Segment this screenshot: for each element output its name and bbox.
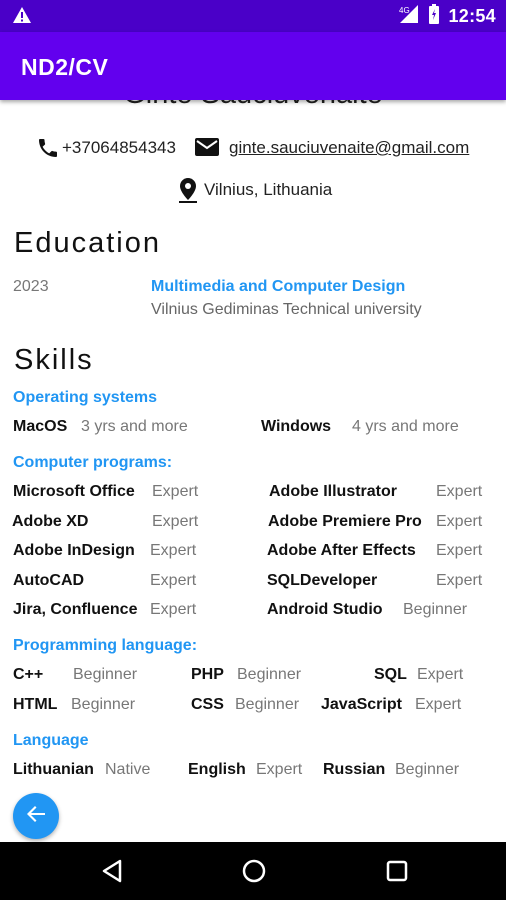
skill-name: PHP	[191, 666, 224, 683]
recents-icon[interactable]	[385, 858, 409, 889]
app-bar: ND2/CV	[0, 32, 506, 100]
skill-name: Russian	[323, 761, 386, 778]
cv-scroll-content[interactable]: Ginte Sauciuvenaite +37064854343 ginte.s…	[0, 100, 506, 842]
svg-text:4G: 4G	[399, 6, 410, 15]
skill-name: Adobe XD	[12, 513, 89, 530]
language-label: Language	[13, 732, 89, 749]
arrow-left-icon	[25, 803, 47, 830]
operating-systems-label: Operating systems	[13, 389, 158, 406]
skill-level: 4 yrs and more	[352, 418, 459, 435]
skill-level: Expert	[150, 542, 197, 559]
skill-name: Android Studio	[267, 601, 383, 618]
home-icon[interactable]	[241, 858, 267, 889]
skill-level: 3 yrs and more	[81, 418, 188, 435]
skill-level: Beginner	[71, 696, 136, 713]
skill-level: Expert	[256, 761, 303, 778]
skill-level: Beginner	[237, 666, 302, 683]
education-year: 2023	[13, 278, 49, 295]
skill-name: Jira, Confluence	[13, 601, 138, 618]
clock-time: 12:54	[448, 6, 496, 26]
education-school: Vilnius Gediminas Technical university	[151, 301, 422, 318]
skill-name: Lithuanian	[13, 761, 94, 778]
skill-level: Expert	[417, 666, 464, 683]
skill-name: English	[188, 761, 246, 778]
phone-icon	[36, 136, 60, 165]
skill-name: Microsoft Office	[13, 483, 135, 500]
skill-level: Expert	[150, 572, 197, 589]
skill-level: Beginner	[235, 696, 300, 713]
skill-level: Expert	[436, 483, 483, 500]
skill-name: Adobe InDesign	[13, 542, 135, 559]
skill-level: Beginner	[395, 761, 460, 778]
skill-name: MacOS	[13, 418, 68, 435]
skill-name: SQL	[374, 666, 407, 683]
skill-name: Adobe Premiere Pro	[268, 513, 422, 530]
skill-level: Beginner	[73, 666, 138, 683]
email-icon	[194, 136, 220, 163]
skill-name: HTML	[13, 696, 58, 713]
system-navigation-bar	[0, 842, 506, 900]
back-icon[interactable]	[100, 858, 124, 889]
skill-level: Expert	[150, 601, 197, 618]
education-heading: Education	[14, 227, 161, 259]
warning-icon	[12, 6, 32, 29]
email-link[interactable]: ginte.sauciuvenaite@gmail.com	[229, 138, 469, 158]
education-degree: Multimedia and Computer Design	[151, 278, 406, 295]
skills-heading: Skills	[14, 344, 94, 376]
skill-level: Expert	[152, 513, 199, 530]
skill-name: CSS	[191, 696, 224, 713]
programming-language-label: Programming language:	[13, 637, 198, 654]
app-title: ND2/CV	[21, 54, 109, 80]
status-bar: 4G 12:54	[0, 0, 506, 32]
location-text: Vilnius, Lithuania	[204, 180, 333, 199]
skill-level: Beginner	[403, 601, 468, 618]
profile-name: Ginte Sauciuvenaite	[0, 100, 506, 111]
computer-programs-label: Computer programs:	[13, 454, 173, 471]
skill-name: SQLDeveloper	[267, 572, 378, 589]
skill-name: Windows	[261, 418, 332, 435]
skill-name: Adobe Illustrator	[269, 483, 398, 500]
skill-level: Expert	[436, 572, 483, 589]
location-pin-icon	[177, 176, 199, 209]
skill-name: C++	[13, 666, 44, 683]
skill-level: Expert	[415, 696, 462, 713]
skill-level: Expert	[436, 513, 483, 530]
skill-name: JavaScript	[321, 696, 402, 713]
phone-number[interactable]: +37064854343	[62, 138, 176, 158]
skill-level: Expert	[436, 542, 483, 559]
skill-level: Native	[105, 761, 151, 778]
skill-name: AutoCAD	[13, 572, 85, 589]
back-fab-button[interactable]	[13, 793, 59, 839]
skill-name: Adobe After Effects	[267, 542, 416, 559]
signal-icon: 4G	[398, 4, 420, 29]
battery-icon	[428, 4, 440, 29]
skill-level: Expert	[152, 483, 199, 500]
